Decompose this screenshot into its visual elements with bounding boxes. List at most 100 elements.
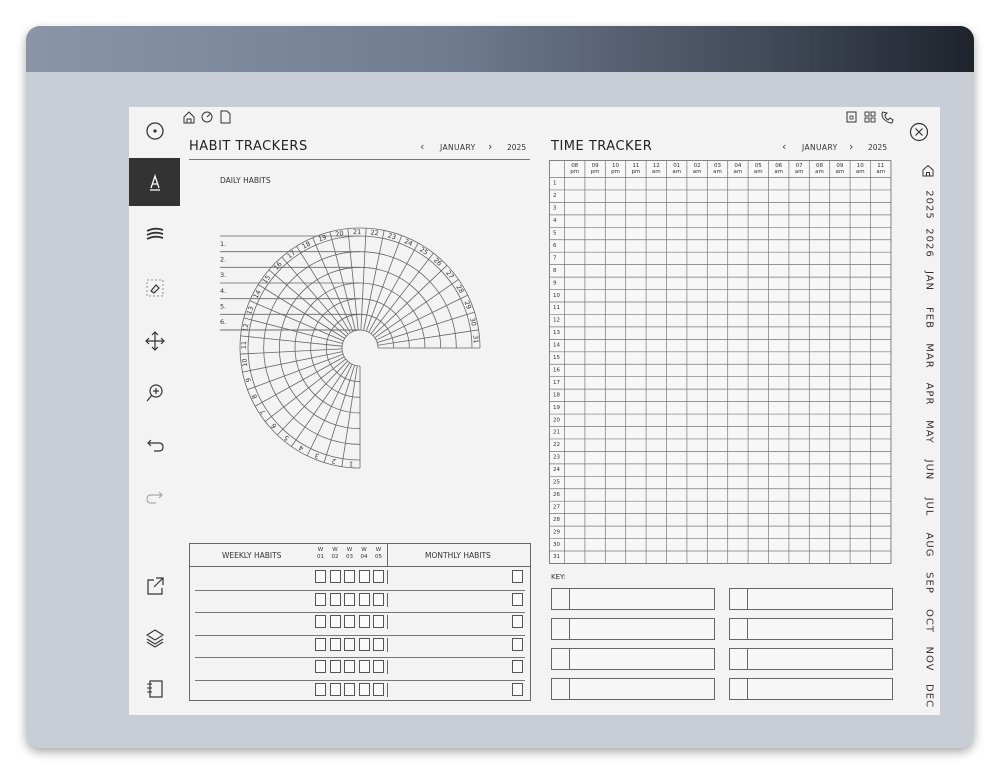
sidebar-item-feb[interactable]: FEB (921, 301, 937, 335)
weekly-checkbox[interactable] (329, 570, 341, 583)
time-next-month-icon[interactable]: › (849, 140, 853, 153)
habit-prev-month-icon[interactable]: ‹ (420, 140, 424, 153)
key-entry-box[interactable] (729, 678, 893, 700)
time-prev-month-icon[interactable]: ‹ (782, 140, 786, 153)
time-day-label: 7 (553, 255, 557, 261)
menu-icon[interactable] (129, 107, 180, 155)
sidebar-item-jan[interactable]: JAN (921, 264, 937, 298)
wheel-day-label: 31 (471, 335, 480, 344)
monthly-checkbox[interactable] (512, 592, 523, 606)
weekly-checkbox[interactable] (373, 637, 384, 651)
notebook-icon[interactable] (129, 665, 180, 713)
time-grid[interactable]: 08pm09pm10pm11pm12am01am02am03am04am05am… (549, 160, 895, 570)
weekly-checkbox[interactable] (344, 592, 355, 606)
weekly-habits-label: WEEKLY HABITS (222, 551, 282, 560)
weekly-checkbox[interactable] (344, 615, 355, 628)
sidebar-item-jun[interactable]: JUN (921, 453, 937, 487)
wheel-day-label: 14 (252, 289, 263, 300)
weekly-checkbox[interactable] (315, 682, 326, 696)
key-entry-box[interactable] (551, 588, 715, 610)
sidebar-item-nov[interactable]: NOV (921, 642, 937, 676)
wheel-day-label: 28 (454, 284, 465, 295)
sidebar-item-2026[interactable]: 2026 (921, 226, 937, 260)
week-col-header: W 01 (317, 547, 324, 560)
page-icon[interactable] (220, 110, 231, 124)
share-icon[interactable] (129, 562, 180, 610)
weekly-checkbox[interactable] (373, 660, 384, 673)
weekly-checkbox[interactable] (329, 660, 341, 673)
weekly-checkbox[interactable] (373, 592, 384, 606)
weekly-checkbox[interactable] (358, 592, 370, 606)
weekly-checkbox[interactable] (329, 592, 341, 606)
marker-icon[interactable] (129, 211, 180, 259)
sidebar-item-may[interactable]: MAY (921, 415, 937, 449)
sidebar-item-oct[interactable]: OCT (921, 604, 937, 638)
calendar-icon[interactable] (846, 111, 857, 123)
template-icon[interactable] (864, 111, 876, 123)
weekly-checkbox[interactable] (344, 660, 355, 673)
weekly-checkbox[interactable] (315, 637, 326, 651)
weekly-checkbox[interactable] (358, 637, 370, 651)
week-col-header: W 05 (375, 547, 382, 560)
weekly-checkbox[interactable] (373, 615, 384, 628)
time-ampm-label: am (672, 169, 681, 175)
sidebar-item-2025[interactable]: 2025 (921, 188, 937, 222)
daily-habit-number: 5. (220, 303, 226, 311)
time-day-label: 30 (553, 542, 560, 548)
key-entry-box[interactable] (729, 588, 893, 610)
sidebar-item-jul[interactable]: JUL (921, 490, 937, 524)
monthly-checkbox[interactable] (512, 570, 523, 583)
weekly-checkbox[interactable] (329, 637, 341, 651)
eraser-icon[interactable] (129, 264, 180, 312)
phone-icon[interactable] (881, 111, 894, 124)
weekly-checkbox[interactable] (344, 570, 355, 583)
sidebar-item-apr[interactable]: APR (921, 377, 937, 411)
close-icon[interactable] (908, 121, 930, 143)
weekly-checkbox[interactable] (344, 682, 355, 696)
weekly-checkbox[interactable] (315, 592, 326, 606)
sidebar-home-icon[interactable] (921, 164, 935, 177)
row-divider (387, 570, 388, 584)
sidebar-item-sep[interactable]: SEP (921, 566, 937, 600)
layers-icon[interactable] (129, 614, 180, 662)
weekly-checkbox[interactable] (373, 682, 384, 696)
key-entry-box[interactable] (551, 618, 715, 640)
weekly-checkbox[interactable] (358, 570, 370, 583)
key-entry-box[interactable] (551, 648, 715, 670)
weekly-checkbox[interactable] (315, 660, 326, 673)
weekly-checkbox[interactable] (329, 615, 341, 628)
home-icon[interactable] (183, 111, 195, 124)
monthly-habits-label: MONTHLY HABITS (425, 551, 491, 560)
weekly-checkbox[interactable] (358, 682, 370, 696)
monthly-checkbox[interactable] (512, 615, 523, 628)
weekly-checkbox[interactable] (329, 682, 341, 696)
monthly-checkbox[interactable] (512, 682, 523, 696)
weekly-checkbox[interactable] (344, 637, 355, 651)
key-swatch-divider (569, 588, 570, 610)
sidebar-item-dec[interactable]: DEC (921, 679, 937, 713)
weekly-checkbox[interactable] (315, 570, 326, 583)
daily-habit-wheel[interactable]: 12345678910111213141516171819 20 21 22 23242… (210, 195, 520, 495)
sidebar-item-mar[interactable]: MAR (921, 339, 937, 373)
pen-icon[interactable] (129, 158, 180, 206)
weekly-checkbox[interactable] (373, 570, 384, 583)
key-entry-box[interactable] (551, 678, 715, 700)
monthly-checkbox[interactable] (512, 660, 523, 673)
sync-icon[interactable] (201, 111, 213, 123)
zoom-icon[interactable] (129, 369, 180, 417)
weekly-checkbox[interactable] (358, 660, 370, 673)
time-ampm-label: pm (631, 169, 640, 175)
weekly-checkbox[interactable] (358, 615, 370, 628)
time-ampm-label: am (856, 169, 865, 175)
undo-icon[interactable] (129, 421, 180, 469)
redo-icon[interactable] (129, 473, 180, 521)
sidebar-item-aug[interactable]: AUG (921, 528, 937, 562)
weekly-checkbox[interactable] (315, 615, 326, 628)
key-entry-box[interactable] (729, 618, 893, 640)
habit-next-month-icon[interactable]: › (488, 140, 492, 153)
monthly-checkbox[interactable] (512, 637, 523, 651)
move-icon[interactable] (129, 317, 180, 365)
time-ampm-label: pm (570, 169, 579, 175)
key-entry-box[interactable] (729, 648, 893, 670)
time-ampm-label: am (713, 169, 722, 175)
